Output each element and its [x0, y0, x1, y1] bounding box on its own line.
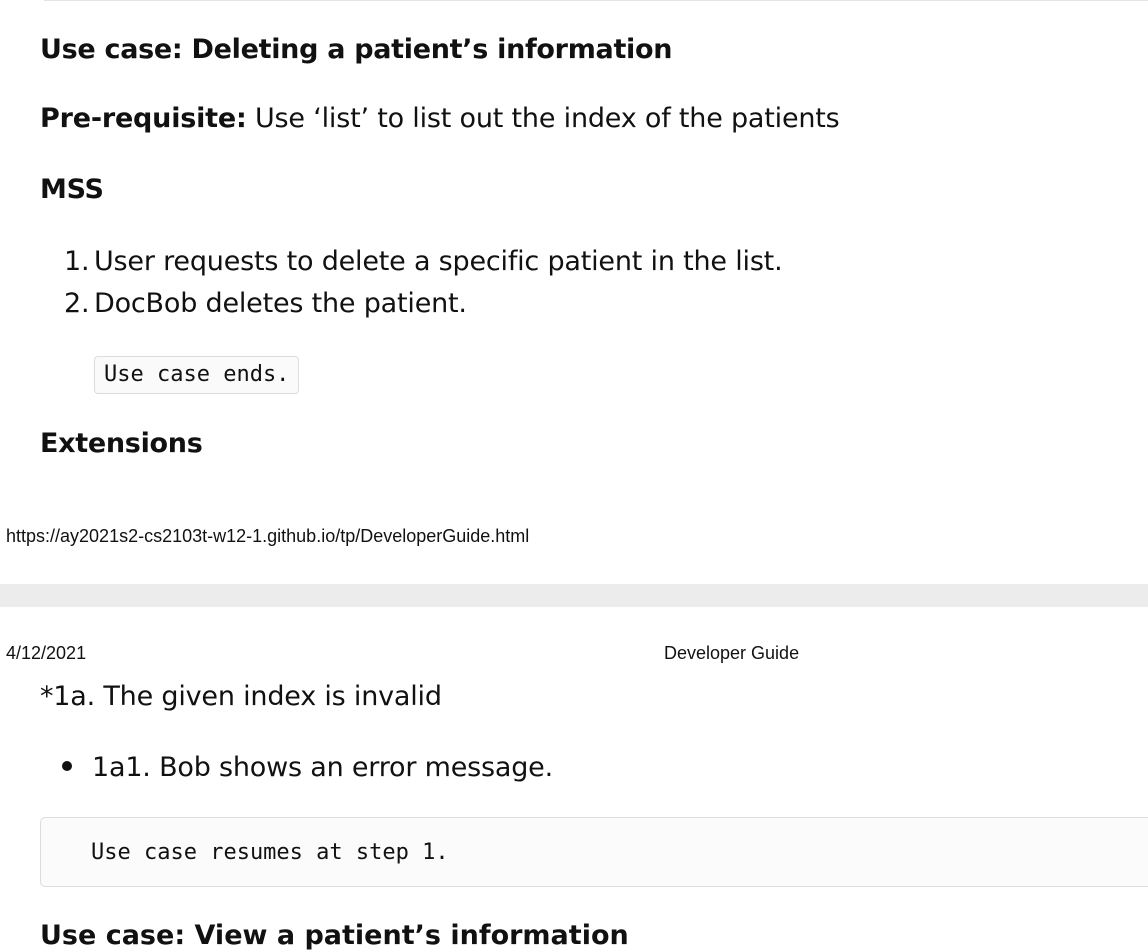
- page-footer-url: https://ay2021s2-cs2103t-w12-1.github.io…: [6, 526, 530, 546]
- resume-code: Use case resumes at step 1.: [91, 840, 449, 865]
- document-page-1: Use case: Deleting a patient’s informati…: [0, 0, 1148, 584]
- resume-code-block: Use case resumes at step 1.: [40, 817, 1148, 887]
- step-number: 2.: [64, 288, 90, 319]
- page-break: [0, 584, 1148, 607]
- bullet-icon: [62, 760, 72, 771]
- mss-heading: MSS: [40, 174, 104, 205]
- step-text: User requests to delete a specific patie…: [94, 246, 783, 277]
- next-use-case-heading: Use case: View a patient’s information: [40, 920, 629, 951]
- step-number: 1.: [64, 246, 90, 277]
- list-item: 2. DocBob deletes the patient.: [64, 286, 782, 328]
- extensions-heading: Extensions: [40, 428, 203, 459]
- extension-step-text: 1a1. Bob shows an error message.: [92, 752, 553, 783]
- use-case-ends-code: Use case ends.: [94, 356, 300, 394]
- page-header-title: Developer Guide: [664, 643, 800, 663]
- step-text: DocBob deletes the patient.: [94, 288, 467, 319]
- use-case-heading: Use case: Deleting a patient’s informati…: [40, 34, 673, 65]
- mss-steps-list: 1. User requests to delete a specific pat…: [64, 244, 783, 328]
- prerequisite-paragraph: Pre-requisite: Use ‘list’ to list out th…: [40, 103, 840, 134]
- prerequisite-label: Pre-requisite:: [40, 103, 247, 134]
- extension-step: 1a1. Bob shows an error message.: [62, 752, 553, 783]
- page-header-date: 4/12/2021: [6, 643, 87, 663]
- list-item: 1. User requests to delete a specific pat…: [64, 244, 783, 286]
- prerequisite-text: Use ‘list’ to list out the index of the …: [246, 103, 840, 134]
- horizontal-rule: [44, 0, 1148, 1]
- extension-condition: *1a. The given index is invalid: [40, 681, 442, 712]
